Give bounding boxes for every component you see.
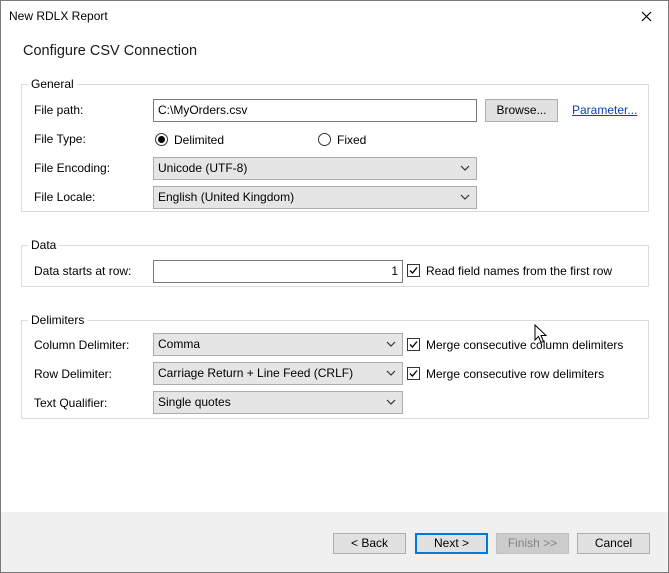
dialog-window: New RDLX Report Configure CSV Connection… — [0, 0, 669, 573]
text-qualifier-label: Text Qualifier: — [34, 396, 108, 410]
merge-column-checkbox[interactable] — [407, 338, 420, 351]
data-starts-input[interactable]: 1 — [153, 260, 403, 283]
chevron-down-icon — [386, 370, 396, 376]
row-delimiter-select[interactable]: Carriage Return + Line Feed (CRLF) — [153, 362, 403, 385]
chevron-down-icon — [460, 194, 470, 200]
file-locale-value: English (United Kingdom) — [158, 190, 295, 204]
page-title: Configure CSV Connection — [23, 43, 198, 59]
column-delimiter-label: Column Delimiter: — [34, 338, 130, 352]
chevron-down-icon — [386, 341, 396, 347]
merge-column-label[interactable]: Merge consecutive column delimiters — [426, 338, 623, 352]
back-button[interactable]: < Back — [333, 533, 406, 554]
file-encoding-select[interactable]: Unicode (UTF-8) — [153, 157, 477, 180]
next-button[interactable]: Next > — [415, 533, 488, 554]
fixed-radio-label[interactable]: Fixed — [337, 133, 366, 147]
row-delimiter-label: Row Delimiter: — [34, 367, 113, 381]
close-button[interactable] — [624, 1, 668, 31]
chevron-down-icon — [460, 165, 470, 171]
cancel-button[interactable]: Cancel — [577, 533, 650, 554]
file-path-label: File path: — [34, 103, 84, 117]
delimited-radio-label[interactable]: Delimited — [174, 133, 224, 147]
merge-row-label[interactable]: Merge consecutive row delimiters — [426, 367, 604, 381]
browse-button[interactable]: Browse... — [485, 99, 558, 122]
finish-button: Finish >> — [496, 533, 569, 554]
read-field-names-checkbox[interactable] — [407, 264, 420, 277]
check-icon — [409, 267, 418, 274]
chevron-down-icon — [386, 399, 396, 405]
file-encoding-label: File Encoding: — [34, 161, 111, 175]
delimiters-legend: Delimiters — [28, 313, 88, 327]
column-delimiter-value: Comma — [158, 337, 201, 351]
file-type-label: File Type: — [34, 132, 86, 146]
close-icon — [641, 11, 651, 21]
fixed-radio[interactable] — [318, 133, 331, 146]
text-qualifier-value: Single quotes — [158, 395, 231, 409]
footer-bar: < Back Next > Finish >> Cancel — [1, 512, 668, 572]
parameter-link[interactable]: Parameter... — [572, 103, 637, 117]
data-starts-label: Data starts at row: — [34, 264, 132, 278]
file-path-input[interactable]: C:\MyOrders.csv — [153, 99, 477, 122]
file-locale-label: File Locale: — [34, 190, 96, 204]
data-legend: Data — [28, 238, 60, 252]
check-icon — [409, 370, 418, 377]
column-delimiter-select[interactable]: Comma — [153, 333, 403, 356]
general-legend: General — [28, 77, 77, 91]
delimited-radio[interactable] — [155, 133, 168, 146]
row-delimiter-value: Carriage Return + Line Feed (CRLF) — [158, 366, 354, 380]
read-field-names-label[interactable]: Read field names from the first row — [426, 264, 612, 278]
window-title: New RDLX Report — [9, 9, 108, 23]
title-bar: New RDLX Report — [1, 1, 668, 31]
mouse-cursor-icon — [534, 324, 548, 344]
file-locale-select[interactable]: English (United Kingdom) — [153, 186, 477, 209]
file-encoding-value: Unicode (UTF-8) — [158, 161, 248, 175]
check-icon — [409, 341, 418, 348]
merge-row-checkbox[interactable] — [407, 367, 420, 380]
text-qualifier-select[interactable]: Single quotes — [153, 391, 403, 414]
